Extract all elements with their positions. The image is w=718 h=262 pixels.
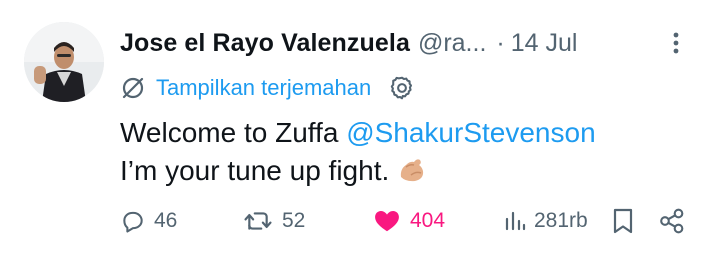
translate-icon [122, 77, 144, 99]
reply-icon [123, 211, 143, 233]
tweet-header: Jose el Rayo Valenzuela @ra... · 14 Jul [120, 24, 690, 62]
repost-icon [244, 212, 272, 230]
like-count: 404 [410, 209, 446, 232]
author-name[interactable]: Jose el Rayo Valenzuela [120, 29, 410, 58]
avatar-image [24, 22, 104, 102]
tweet: Jose el Rayo Valenzuela @ra... · 14 Jul … [0, 0, 718, 262]
author-handle[interactable]: @ra... [418, 29, 486, 58]
views-count: 281rb [534, 209, 588, 232]
bookmark-icon [613, 208, 633, 234]
tweet-text-segment: I’m your tune up fight. [120, 155, 390, 186]
header-separator: · [496, 28, 505, 57]
tweet-line-1: Welcome to Zuffa @ShakurStevenson [120, 114, 700, 152]
more-button[interactable] [662, 28, 690, 58]
share-icon [660, 208, 684, 234]
tweet-text: Welcome to Zuffa @ShakurStevenson I’m yo… [120, 114, 700, 195]
flexed-biceps-emoji [397, 155, 427, 195]
tweet-line-2: I’m your tune up fight. [120, 152, 700, 195]
translate-row: Tampilkan terjemahan [120, 72, 415, 104]
repost-count: 52 [282, 209, 306, 232]
reply-count: 46 [154, 209, 178, 232]
reply-button[interactable]: 46 [120, 208, 242, 234]
translate-link[interactable]: Tampilkan terjemahan [156, 75, 371, 101]
like-button[interactable]: 404 [372, 208, 504, 234]
bookmark-button[interactable] [612, 207, 652, 235]
views-icon [505, 211, 526, 231]
translate-settings-button[interactable] [389, 75, 415, 101]
avatar[interactable] [24, 22, 104, 102]
heart-icon [375, 211, 399, 232]
repost-button[interactable]: 52 [242, 208, 372, 234]
mention-link[interactable]: @ShakurStevenson [346, 117, 595, 148]
tweet-text-segment: Welcome to Zuffa [120, 117, 347, 148]
action-bar: 46 52 404 281rb [120, 202, 698, 240]
gear-icon [391, 76, 413, 100]
views-button[interactable]: 281rb [504, 209, 612, 233]
tweet-date[interactable]: 14 Jul [511, 29, 578, 58]
share-button[interactable] [658, 207, 694, 235]
more-icon [673, 32, 679, 54]
